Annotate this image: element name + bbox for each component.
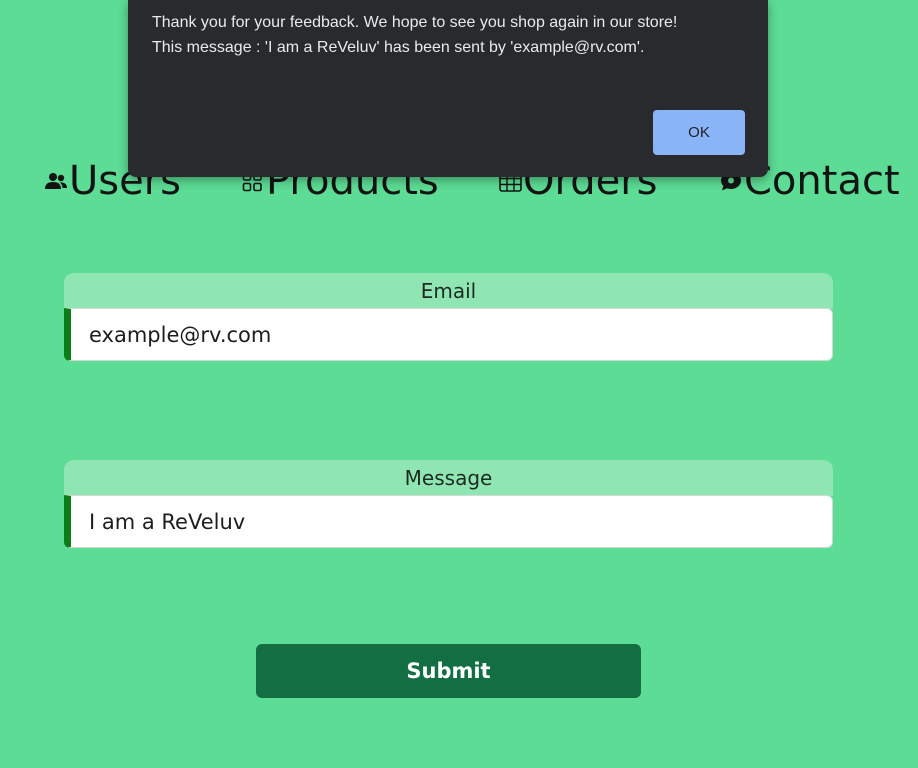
submit-button[interactable]: Submit (256, 644, 641, 698)
message-field-group: Message (64, 460, 833, 548)
alert-message-line-2: This message : 'I am a ReVeluv' has been… (152, 39, 645, 56)
email-field[interactable] (64, 308, 833, 361)
email-label: Email (64, 273, 833, 309)
users-icon (44, 169, 68, 193)
message-field[interactable] (64, 495, 833, 548)
ok-button[interactable]: OK (653, 110, 745, 155)
alert-dialog: Thank you for your feedback. We hope to … (128, 0, 768, 177)
alert-message-line-1: Thank you for your feedback. We hope to … (152, 14, 678, 31)
message-label: Message (64, 460, 833, 496)
email-field-group: Email (64, 273, 833, 361)
